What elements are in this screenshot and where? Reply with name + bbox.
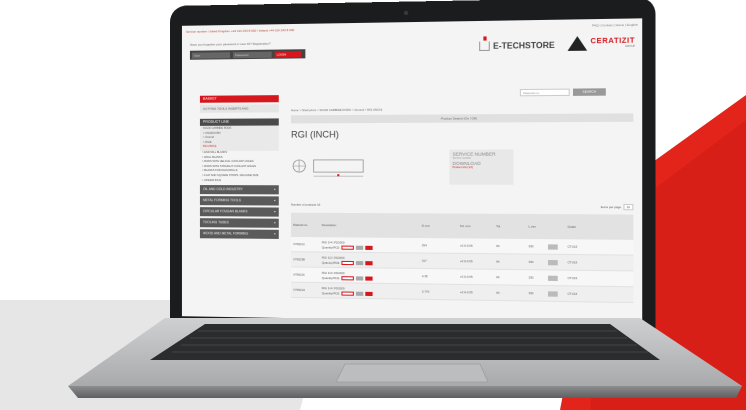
- laptop-base: [68, 318, 742, 398]
- keyboard: [150, 324, 660, 360]
- photo-scene: Service number: United Kingdom +44 114 2…: [0, 0, 746, 410]
- trackpad: [335, 363, 489, 383]
- front-edge: [68, 386, 742, 398]
